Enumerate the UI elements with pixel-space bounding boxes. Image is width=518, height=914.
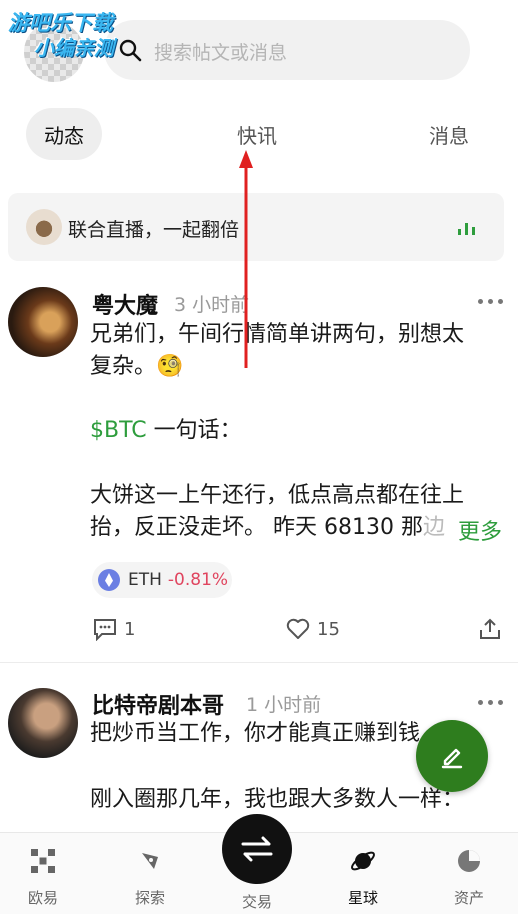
share-button[interactable] xyxy=(478,617,508,641)
nav-item-planet[interactable]: 星球 xyxy=(323,847,403,908)
tab-flash-news[interactable]: 快讯 xyxy=(220,108,294,160)
post-divider xyxy=(0,662,518,663)
nav-label: 探索 xyxy=(134,889,165,907)
expand-more-link[interactable]: 更多 xyxy=(458,514,502,546)
post-author-avatar[interactable] xyxy=(8,287,78,357)
nav-label: 星球 xyxy=(347,889,378,907)
token-change: -0.81% xyxy=(167,570,229,590)
comment-count: 1 xyxy=(124,618,136,640)
nav-label: 资产 xyxy=(453,889,484,907)
comment-icon xyxy=(94,619,116,641)
post-timestamp: 1 小时前 xyxy=(246,694,322,716)
post-author-name[interactable]: 比特帝剧本哥 xyxy=(92,688,224,720)
search-placeholder: 搜索帖文或消息 xyxy=(154,42,288,64)
compose-post-button[interactable] xyxy=(416,720,488,792)
watermark-logo: 游吧乐下载 小编亲测 xyxy=(8,10,114,61)
post-text-fragment: 一句话： xyxy=(153,418,242,443)
ticker-link[interactable]: $BTC xyxy=(90,418,147,443)
like-button[interactable]: 15 xyxy=(285,617,340,641)
search-bar[interactable]: 搜索帖文或消息 xyxy=(104,20,470,80)
trade-button[interactable] xyxy=(222,814,292,884)
token-chip[interactable]: ETH -0.81% xyxy=(92,562,232,598)
pencil-icon xyxy=(441,748,463,769)
app-screen: { "watermark": { "line1": "游吧乐下载", "line… xyxy=(0,0,518,914)
tab-messages[interactable]: 消息 xyxy=(412,108,486,160)
nav-item-assets[interactable]: 资产 xyxy=(429,847,509,908)
post-text-line: 抬，反正没走坏。 昨天 68130 那边 xyxy=(90,512,445,544)
annotation-arrow-icon xyxy=(239,150,253,368)
swap-arrows-icon xyxy=(241,836,273,862)
post-text-line: 把炒币当工作，你才能真正赚到钱 xyxy=(90,721,421,746)
pie-chart-icon xyxy=(458,850,480,872)
live-stream-banner[interactable]: 联合直播，一起翻倍 xyxy=(8,193,504,261)
more-options-icon[interactable] xyxy=(478,700,504,706)
search-icon xyxy=(119,39,142,62)
post-text-line: 大饼这一上午还行，低点高点都在往上 xyxy=(90,483,465,508)
comment-button[interactable]: 1 xyxy=(92,617,135,641)
ethereum-icon xyxy=(98,569,120,591)
post-text-fragment: 抬，反正没走坏。 昨天 68130 那 xyxy=(90,515,423,540)
nav-label-trade: 交易 xyxy=(241,893,272,911)
post-text-line: 复杂。🧐 xyxy=(90,354,184,379)
okx-logo-icon xyxy=(31,849,55,873)
post-author-name[interactable]: 粤大魔 xyxy=(92,288,158,320)
share-icon xyxy=(480,618,500,639)
watermark-line-2: 小编亲测 xyxy=(34,36,114,61)
heart-icon xyxy=(286,618,310,639)
planet-icon xyxy=(351,851,375,871)
more-options-icon[interactable] xyxy=(478,299,504,305)
post-text-line: 兄弟们，午间行情简单讲两句，别想太 xyxy=(90,322,465,347)
tab-feed[interactable]: 动态 xyxy=(26,108,102,160)
nav-item-okx[interactable]: 欧易 xyxy=(3,847,83,908)
nav-item-explore[interactable]: 探索 xyxy=(110,847,190,908)
post-text-faded: 边 xyxy=(422,515,445,540)
token-symbol: ETH xyxy=(128,570,162,590)
compass-icon xyxy=(142,853,158,869)
post-text-line: 刚入圈那几年，我也跟大多数人一样： xyxy=(90,787,465,812)
live-equalizer-icon xyxy=(458,221,478,235)
post-text-line: $BTC 一句话： xyxy=(90,415,242,447)
nav-label: 欧易 xyxy=(27,889,58,907)
banner-avatar xyxy=(26,209,62,245)
banner-text: 联合直播，一起翻倍 xyxy=(68,219,240,241)
post-author-avatar[interactable] xyxy=(8,688,78,758)
like-count: 15 xyxy=(317,618,340,640)
watermark-line-1: 游吧乐下载 xyxy=(8,11,113,35)
